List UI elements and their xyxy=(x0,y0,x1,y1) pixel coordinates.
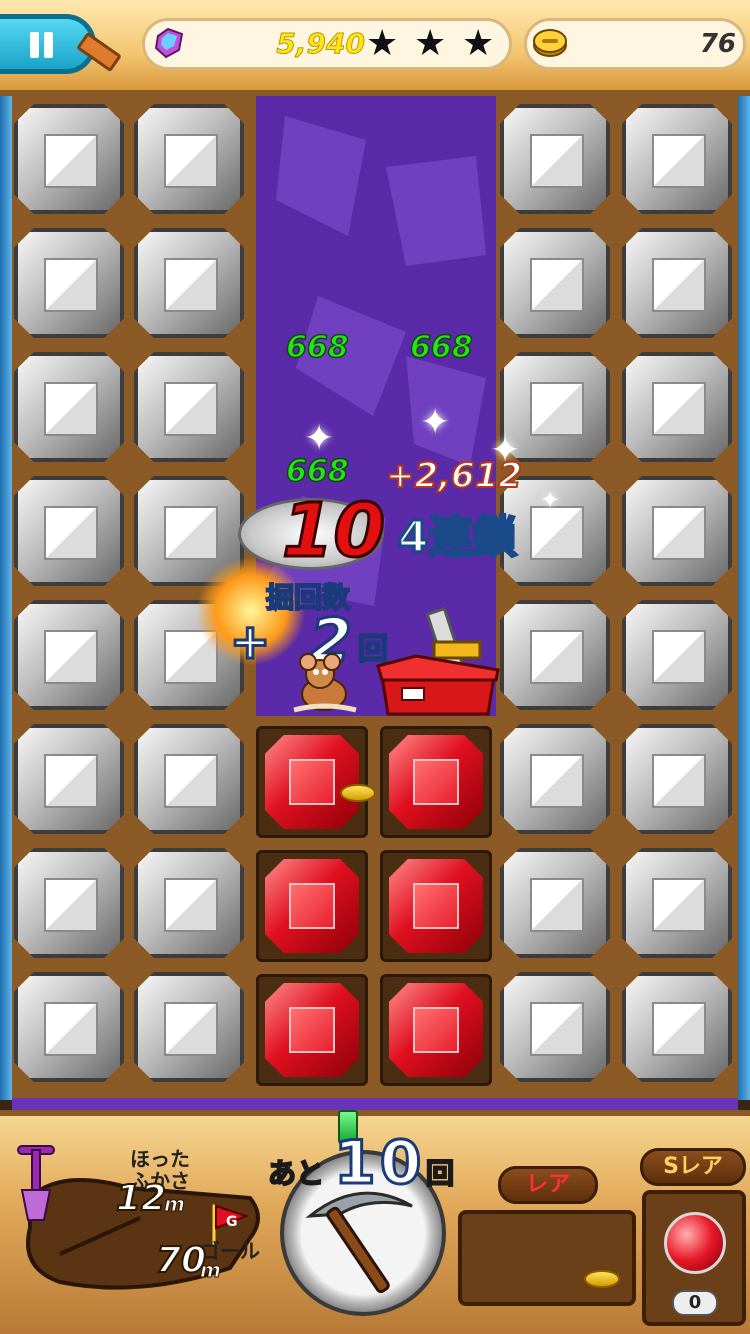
rock-block-icon[interactable] xyxy=(14,848,124,958)
coin-count: 76 xyxy=(699,29,736,59)
rock-block-icon[interactable] xyxy=(14,352,124,462)
rock-block-icon[interactable] xyxy=(500,848,610,958)
ruby-block-icon[interactable] xyxy=(256,726,368,838)
rock-block-icon[interactable] xyxy=(14,476,124,586)
ruby-block-icon[interactable] xyxy=(256,850,368,962)
rock-block-icon[interactable] xyxy=(134,352,244,462)
star-icon-3: ★ xyxy=(462,23,495,64)
rock-block-icon[interactable] xyxy=(14,104,124,214)
shovel-icon xyxy=(17,1145,55,1221)
ruby-block-icon[interactable] xyxy=(256,974,368,1086)
rock-block-icon[interactable] xyxy=(622,104,732,214)
rock-block-icon[interactable] xyxy=(500,104,610,214)
rock-block-icon[interactable] xyxy=(622,352,732,462)
sparkle-icon: ✦ xyxy=(420,402,451,443)
ruby-gem-icon xyxy=(265,983,359,1077)
ruby-gem-icon xyxy=(389,735,483,829)
rock-block-icon[interactable] xyxy=(134,724,244,834)
gem-score-icon xyxy=(154,27,184,59)
rock-block-icon[interactable] xyxy=(500,228,610,338)
star-icon-1: ★ xyxy=(366,23,399,64)
toolbox-icon xyxy=(376,606,500,716)
left-wall xyxy=(0,96,12,1100)
coin-icon xyxy=(533,29,567,57)
chain-label: 4連鎖 xyxy=(397,511,519,565)
rock-block-icon[interactable] xyxy=(500,600,610,710)
damage-number: 668 xyxy=(285,329,349,366)
rock-block-icon[interactable] xyxy=(14,600,124,710)
star-icon-2: ★ xyxy=(414,23,447,64)
goal-unit: m xyxy=(200,1258,222,1283)
rock-block-icon[interactable] xyxy=(622,848,732,958)
rock-block-icon[interactable] xyxy=(622,972,732,1082)
ruby-block-icon[interactable] xyxy=(380,850,492,962)
rock-block-icon[interactable] xyxy=(14,724,124,834)
remaining-count: 10 xyxy=(333,1127,426,1200)
coin-icon-rare xyxy=(584,1270,620,1288)
rock-block-icon[interactable] xyxy=(622,600,732,710)
super-rare-count: 0 xyxy=(672,1290,718,1316)
rock-block-icon[interactable] xyxy=(500,972,610,1082)
rock-block-icon[interactable] xyxy=(14,228,124,338)
super-rare-tab[interactable]: Sレア xyxy=(640,1148,746,1186)
pause-icon xyxy=(30,32,39,58)
rare-tab[interactable]: レア xyxy=(498,1166,598,1204)
rare-item-slot[interactable] xyxy=(458,1210,636,1306)
rock-block-icon[interactable] xyxy=(134,104,244,214)
goal-value: 70 xyxy=(155,1239,207,1282)
ruby-gem-icon xyxy=(265,859,359,953)
rock-block-icon[interactable] xyxy=(622,476,732,586)
remaining-suffix: 回 xyxy=(425,1156,455,1191)
rock-block-icon[interactable] xyxy=(622,228,732,338)
rock-block-icon[interactable] xyxy=(500,724,610,834)
right-wall xyxy=(738,96,750,1100)
damage-number: 668 xyxy=(409,329,473,366)
ruby-gem-icon xyxy=(664,1212,726,1274)
remaining-prefix: あと xyxy=(267,1156,325,1191)
coin-icon-board xyxy=(340,784,376,802)
sparkle-icon: ✦ xyxy=(304,418,335,459)
damage-number: 668 xyxy=(285,453,349,490)
goal-flag-letter: G xyxy=(226,1214,238,1230)
rock-block-icon[interactable] xyxy=(134,972,244,1082)
combo-count: 10 xyxy=(281,487,387,576)
ruby-block-icon[interactable] xyxy=(380,726,492,838)
ruby-block-icon[interactable] xyxy=(380,974,492,1086)
ruby-gem-icon xyxy=(389,859,483,953)
rock-block-icon[interactable] xyxy=(134,228,244,338)
bonus-score: +2,612 xyxy=(385,455,523,497)
score-value: 5,940 xyxy=(276,27,366,61)
dig-bonus-plus: + xyxy=(228,613,271,672)
pause-icon-bar xyxy=(44,32,53,58)
ruby-gem-icon xyxy=(265,735,359,829)
mouse-character-icon xyxy=(293,653,357,713)
depth-unit: m xyxy=(164,1192,186,1217)
rock-block-icon[interactable] xyxy=(14,972,124,1082)
depth-value: 12 xyxy=(115,1177,167,1220)
sparkle-icon: ✦ xyxy=(540,486,561,514)
rock-block-icon[interactable] xyxy=(134,848,244,958)
ruby-gem-icon xyxy=(389,983,483,1077)
rock-block-icon[interactable] xyxy=(622,724,732,834)
